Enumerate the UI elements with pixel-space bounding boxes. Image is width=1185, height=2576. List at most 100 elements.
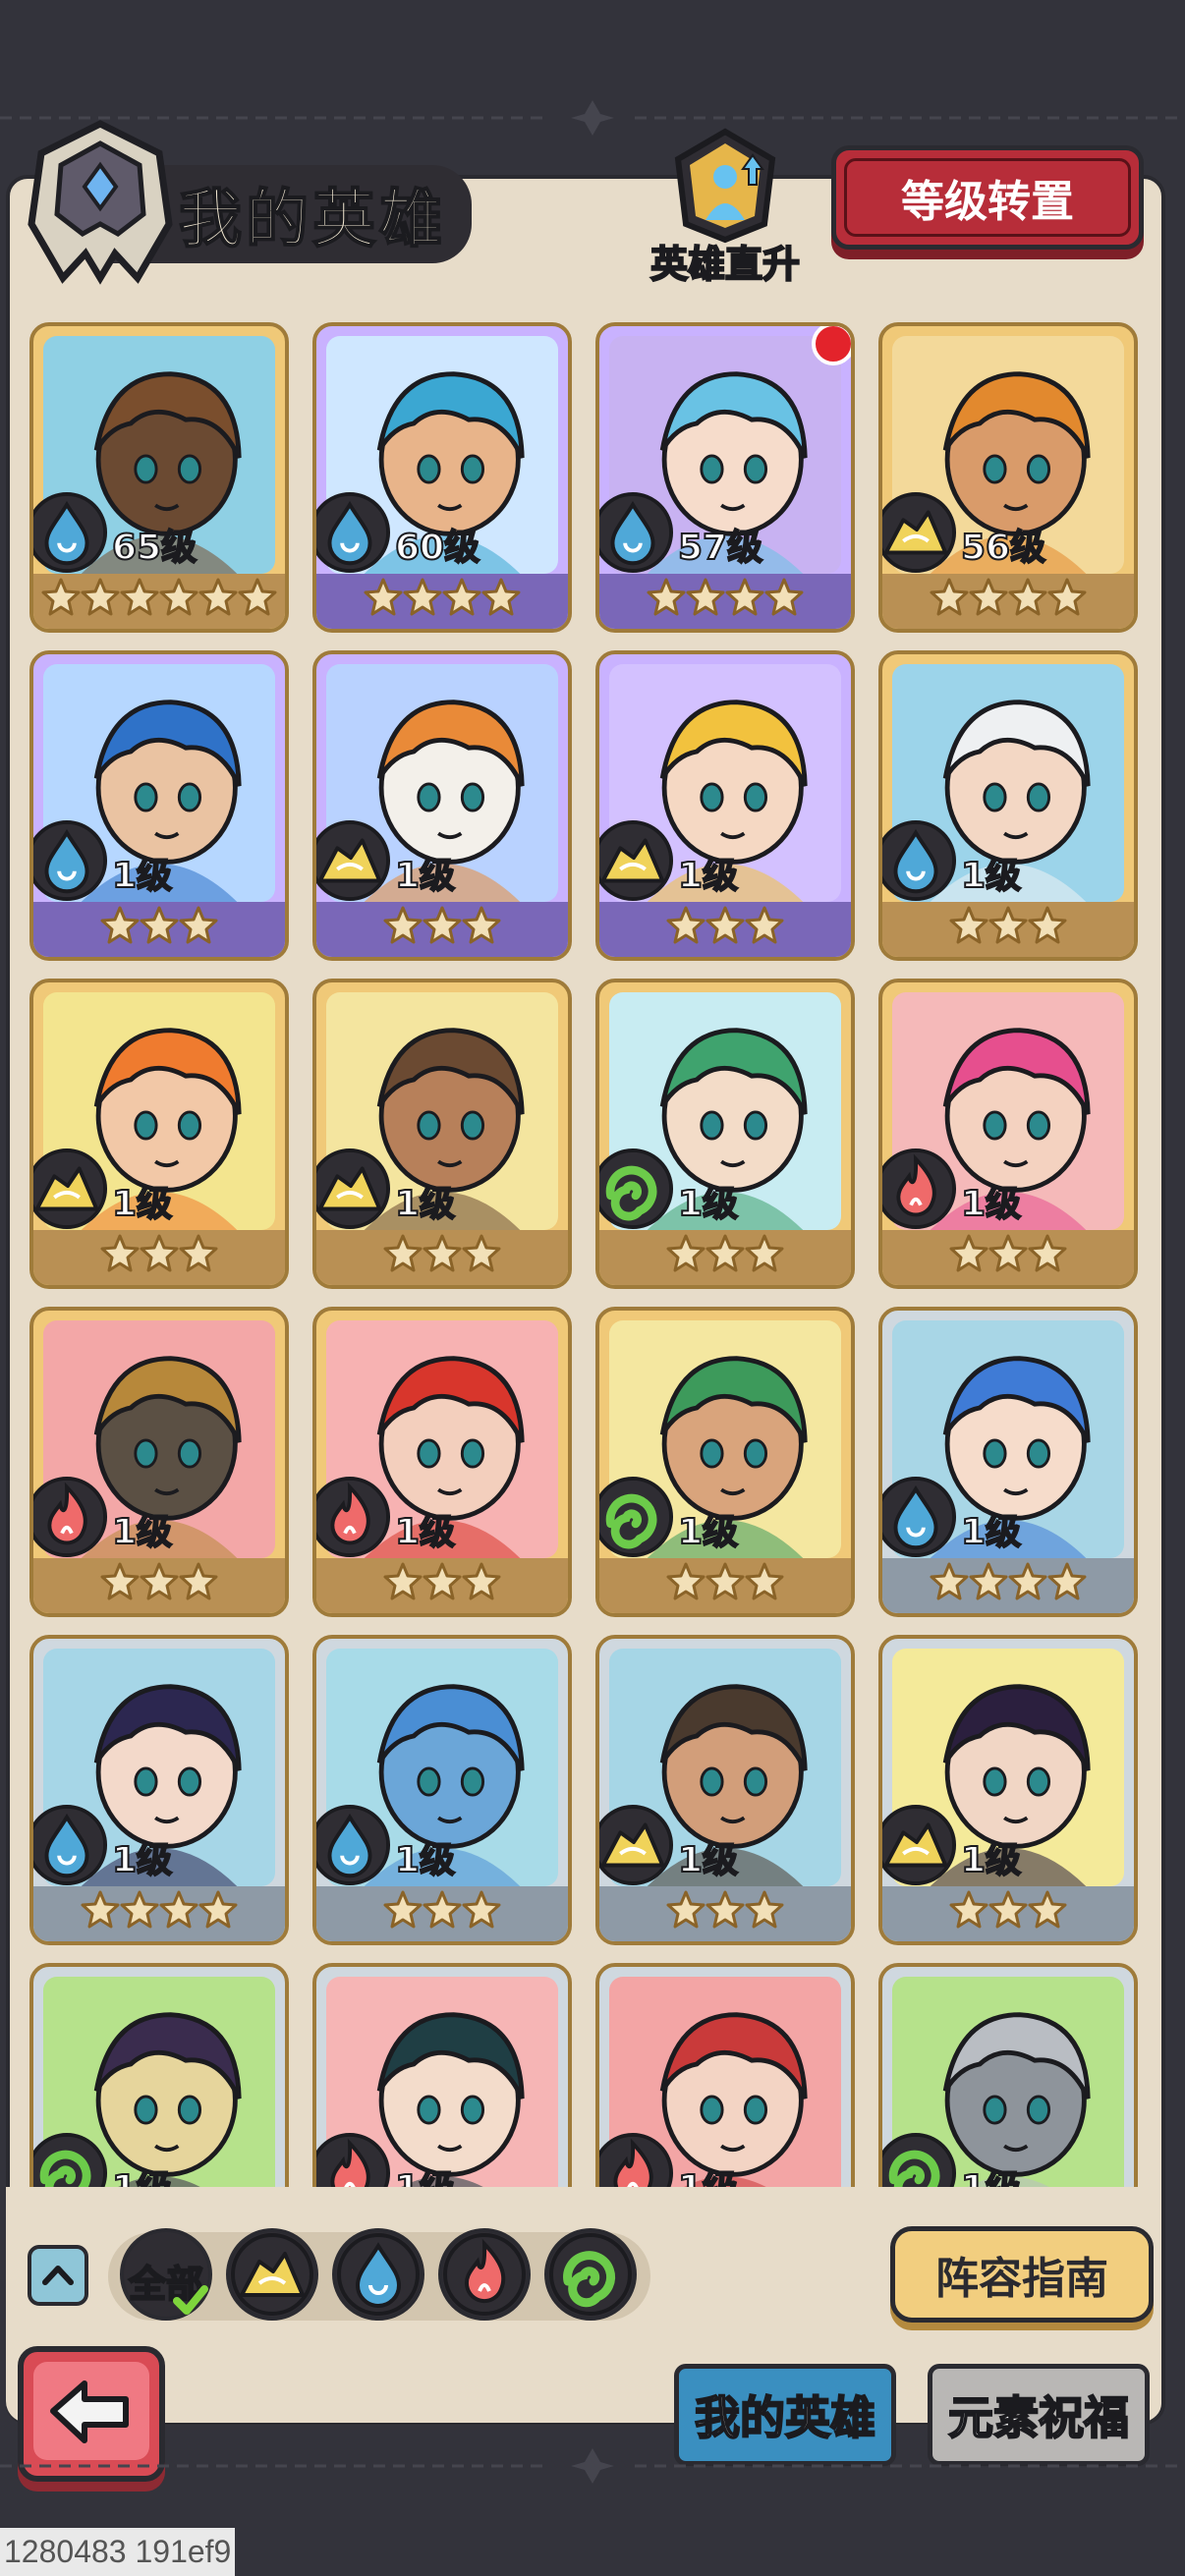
filter-water-button[interactable]: [332, 2228, 424, 2321]
hero-card[interactable]: 60级: [312, 322, 572, 633]
hero-card[interactable]: 57级: [595, 322, 855, 633]
hero-stars: [33, 1226, 285, 1281]
earth-element-icon: [231, 2233, 313, 2316]
hero-stars: [882, 1554, 1134, 1609]
filter-all-button[interactable]: 全部: [120, 2228, 212, 2321]
hero-card[interactable]: 1级: [595, 1635, 855, 1945]
hero-level: 56级: [960, 527, 1046, 569]
lineup-guide-button[interactable]: 阵容指南: [890, 2226, 1154, 2323]
star-icon: [423, 906, 462, 944]
hero-stars: [316, 1226, 568, 1281]
hero-level: 1级: [960, 855, 1022, 897]
hero-card[interactable]: 1级: [595, 650, 855, 961]
star-icon: [159, 1890, 198, 1929]
hero-card[interactable]: 1级: [29, 1307, 289, 1617]
build-id-label: 1280483 191ef9: [0, 2528, 236, 2576]
star-icon: [179, 1234, 218, 1272]
star-icon: [949, 1890, 988, 1929]
hero-level: 1级: [960, 1839, 1022, 1881]
star-icon: [198, 1890, 238, 1929]
earth-element-icon: [599, 1804, 674, 1886]
earth-element-icon: [882, 1804, 957, 1886]
earth-element-icon: [316, 819, 391, 902]
hero-card[interactable]: 65级: [29, 322, 289, 633]
hero-card[interactable]: 1级: [878, 1963, 1138, 2187]
hero-card[interactable]: 1级: [878, 1307, 1138, 1617]
star-icon: [988, 1234, 1028, 1272]
hero-card[interactable]: 1级: [878, 650, 1138, 961]
star-icon: [745, 1890, 784, 1929]
filter-wind-button[interactable]: [544, 2228, 637, 2321]
hero-level: 1级: [111, 1183, 173, 1225]
earth-element-icon: [33, 1148, 108, 1230]
hero-card[interactable]: 1级: [878, 979, 1138, 1289]
star-icon: [383, 1234, 423, 1272]
hero-stars: [316, 898, 568, 953]
star-icon: [462, 1234, 501, 1272]
star-icon: [179, 906, 218, 944]
star-icon: [666, 1562, 705, 1600]
hero-card[interactable]: 1级: [878, 1635, 1138, 1945]
hero-card[interactable]: 56级: [878, 322, 1138, 633]
hero-level: 1级: [677, 1511, 739, 1553]
hero-level: 1级: [394, 1183, 456, 1225]
water-element-icon: [316, 491, 391, 574]
star-icon: [745, 1234, 784, 1272]
star-icon: [930, 578, 969, 616]
helmet-emblem-icon: [28, 120, 173, 285]
star-icon: [705, 1890, 745, 1929]
hero-card[interactable]: 1级: [29, 650, 289, 961]
filter-earth-button[interactable]: [226, 2228, 318, 2321]
collapse-button[interactable]: [28, 2245, 88, 2306]
hero-stars: [316, 1882, 568, 1937]
hero-stars: [599, 1226, 851, 1281]
hero-level: 1级: [394, 1839, 456, 1881]
hero-card[interactable]: 1级: [312, 650, 572, 961]
hero-stars: [599, 898, 851, 953]
star-icon: [949, 906, 988, 944]
hero-level: 1级: [111, 2159, 173, 2187]
level-reset-button[interactable]: 等级转置: [831, 145, 1144, 250]
hero-card[interactable]: 1级: [29, 1963, 289, 2187]
chevron-up-icon: [42, 2266, 74, 2285]
hero-card[interactable]: 1级: [312, 1635, 572, 1945]
hero-stars: [599, 1554, 851, 1609]
fire-element-icon: [33, 1476, 108, 1558]
level-reset-label: 等级转置: [901, 177, 1074, 227]
star-icon: [988, 906, 1028, 944]
filter-fire-button[interactable]: [438, 2228, 531, 2321]
star-icon: [100, 1562, 140, 1600]
hero-level: 1级: [960, 1511, 1022, 1553]
hero-stars: [882, 898, 1134, 953]
star-icon: [686, 578, 725, 616]
hero-card[interactable]: 1级: [595, 1307, 855, 1617]
star-icon: [647, 578, 686, 616]
hero-card[interactable]: 1级: [29, 1635, 289, 1945]
hero-level: 1级: [111, 1511, 173, 1553]
star-icon: [383, 906, 423, 944]
hero-card[interactable]: 1级: [595, 979, 855, 1289]
star-icon: [705, 1562, 745, 1600]
star-icon: [745, 1562, 784, 1600]
star-icon: [1047, 578, 1087, 616]
hero-levelup-button[interactable]: 英雄直升: [637, 126, 814, 288]
hero-card[interactable]: 1级: [29, 979, 289, 1289]
hero-stars: [316, 570, 568, 625]
wind-element-icon: [599, 1476, 674, 1558]
hero-stars: [599, 570, 851, 625]
wind-element-icon: [882, 2132, 957, 2187]
star-icon: [403, 578, 442, 616]
hero-card[interactable]: 1级: [312, 1963, 572, 2187]
water-element-icon: [882, 819, 957, 902]
star-icon: [1008, 1562, 1047, 1600]
star-icon: [383, 1562, 423, 1600]
star-icon: [705, 1234, 745, 1272]
star-icon: [81, 1890, 120, 1929]
hero-card[interactable]: 1级: [595, 1963, 855, 2187]
hero-card[interactable]: 1级: [312, 1307, 572, 1617]
earth-element-icon: [316, 1148, 391, 1230]
water-element-icon: [316, 1804, 391, 1886]
hero-level: 1级: [111, 855, 173, 897]
fire-element-icon: [316, 1476, 391, 1558]
hero-card[interactable]: 1级: [312, 979, 572, 1289]
